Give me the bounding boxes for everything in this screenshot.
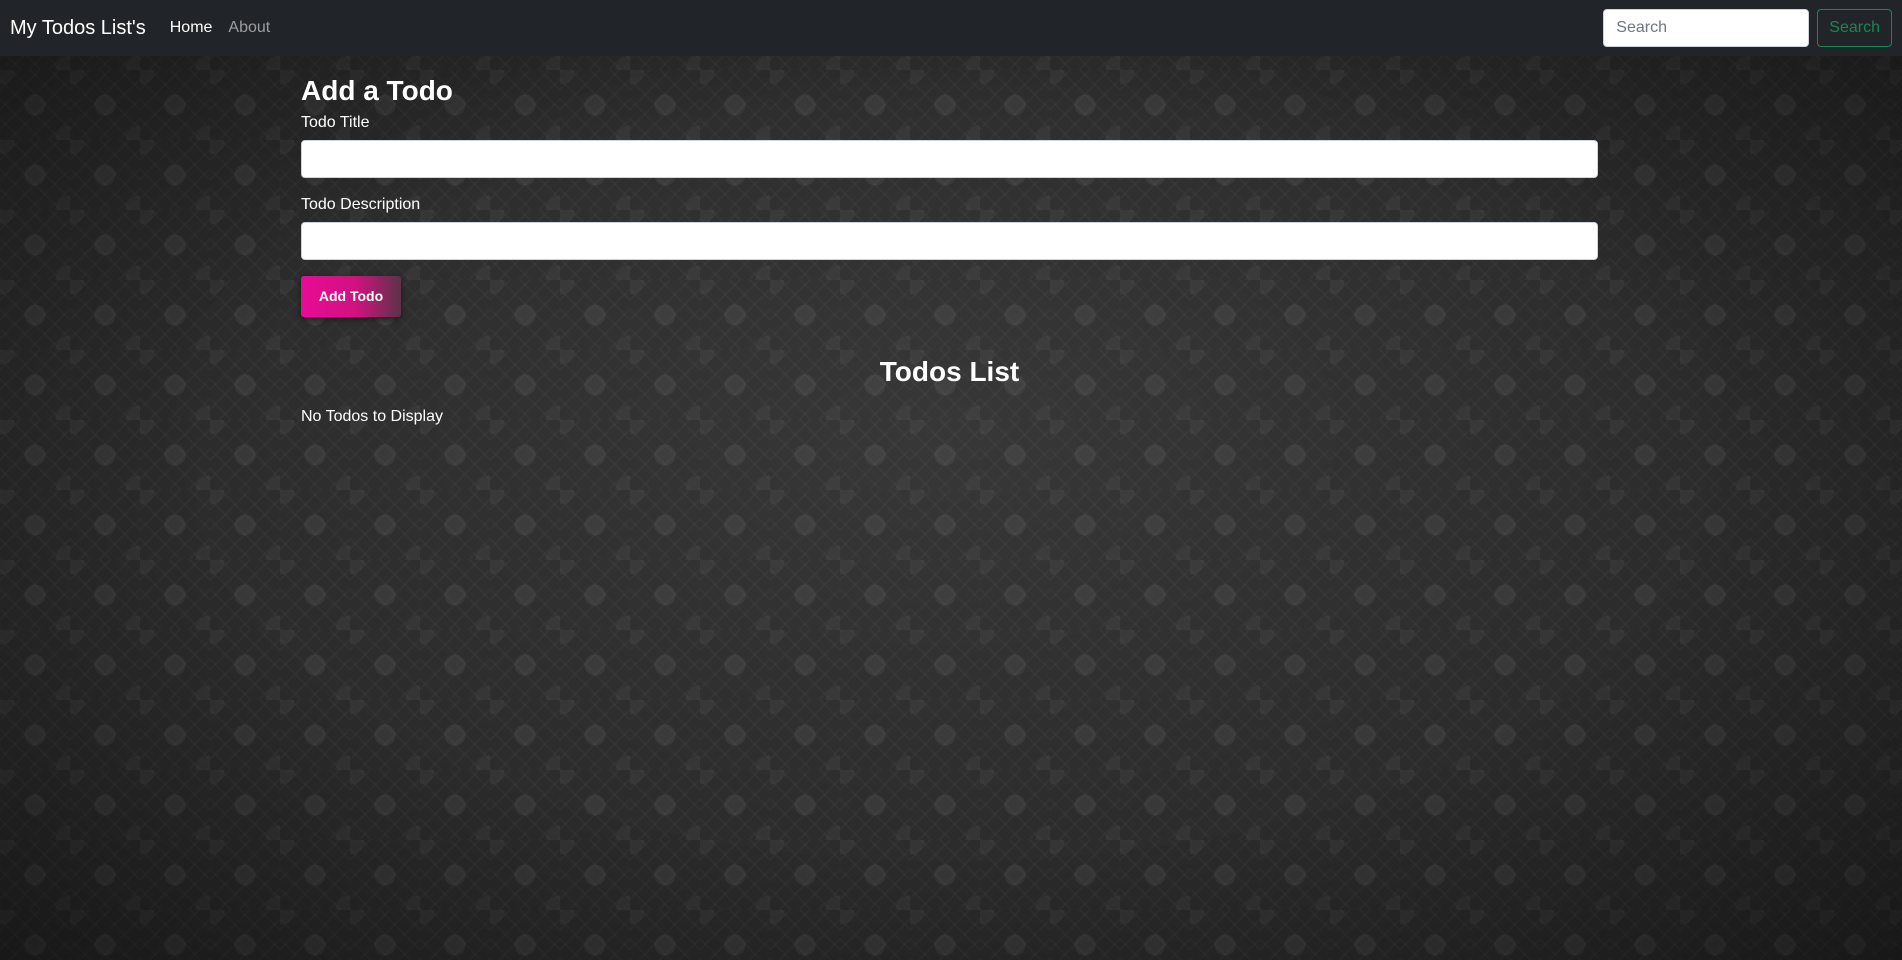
- search-button[interactable]: Search: [1817, 9, 1892, 47]
- todo-title-input[interactable]: [301, 139, 1598, 178]
- todo-description-label: Todo Description: [301, 195, 421, 213]
- add-todo-form: Todo Title Todo Description Add Todo: [301, 114, 1598, 317]
- search-input[interactable]: [1603, 9, 1810, 47]
- add-todo-button[interactable]: Add Todo: [301, 275, 401, 317]
- main-container: Add a Todo Todo Title Todo Description A…: [301, 56, 1598, 426]
- nav-link-about[interactable]: About: [228, 19, 270, 37]
- nav-link-home[interactable]: Home: [170, 19, 213, 37]
- add-todo-heading: Add a Todo: [301, 75, 453, 106]
- todos-list-heading: Todos List: [879, 355, 1020, 387]
- navbar: My Todos List's Home About Search: [0, 0, 1902, 56]
- brand-logo-link[interactable]: My Todos List's: [10, 17, 146, 40]
- todo-title-label: Todo Title: [301, 113, 370, 131]
- title-field-group: Todo Title: [301, 114, 1598, 178]
- empty-todos-message: No Todos to Display: [301, 408, 443, 426]
- description-field-group: Todo Description: [301, 196, 1598, 260]
- todo-description-input[interactable]: [301, 221, 1598, 260]
